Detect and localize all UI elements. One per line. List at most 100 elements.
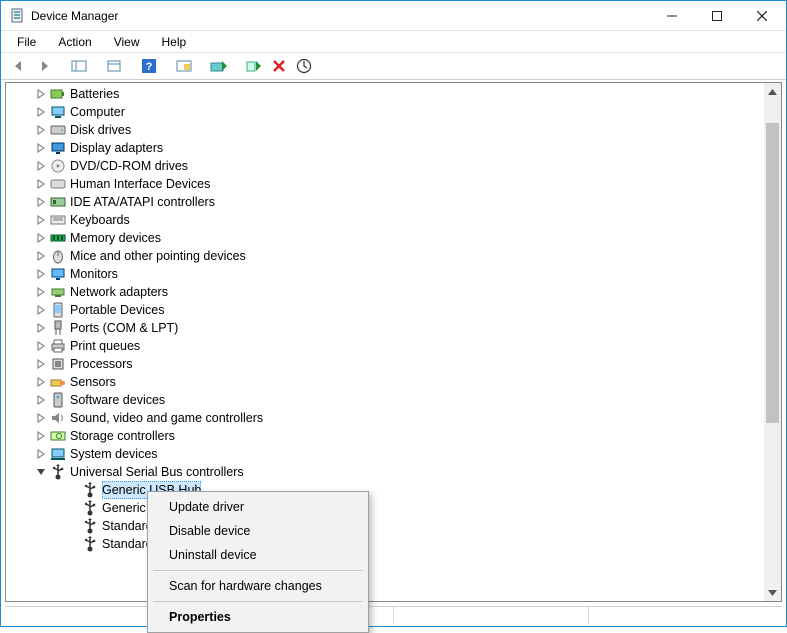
- battery-icon: [50, 86, 66, 102]
- tree-item-child[interactable]: Generic USB Hub: [6, 499, 781, 517]
- statusbar: [5, 606, 782, 624]
- tree-item-category[interactable]: Ports (COM & LPT): [6, 319, 781, 337]
- expand-collapse-icon[interactable]: [34, 231, 48, 245]
- tree-item-category[interactable]: Disk drives: [6, 121, 781, 139]
- usb-device-icon: [82, 482, 98, 498]
- update-driver-button[interactable]: [207, 55, 230, 77]
- forward-button[interactable]: [32, 55, 55, 77]
- menu-view[interactable]: View: [104, 33, 150, 51]
- expand-collapse-icon[interactable]: [34, 393, 48, 407]
- minimize-button[interactable]: [649, 1, 694, 30]
- expand-collapse-icon[interactable]: [34, 159, 48, 173]
- expand-collapse-icon[interactable]: [34, 465, 48, 479]
- expand-collapse-icon[interactable]: [34, 339, 48, 353]
- tree-item-label: Storage controllers: [70, 427, 175, 445]
- expand-collapse-icon: [66, 519, 80, 533]
- context-menu: Update driver Disable device Uninstall d…: [147, 491, 369, 633]
- scrollbar-thumb[interactable]: [766, 123, 779, 423]
- tree-item-label: Print queues: [70, 337, 140, 355]
- expand-collapse-icon[interactable]: [34, 195, 48, 209]
- printer-icon: [50, 338, 66, 354]
- tree-item-category[interactable]: Universal Serial Bus controllers: [6, 463, 781, 481]
- action-sheet-button[interactable]: [172, 55, 195, 77]
- tree-item-category[interactable]: Computer: [6, 103, 781, 121]
- back-button[interactable]: [7, 55, 30, 77]
- tree-item-category[interactable]: Network adapters: [6, 283, 781, 301]
- tree-item-category[interactable]: Print queues: [6, 337, 781, 355]
- expand-collapse-icon[interactable]: [34, 141, 48, 155]
- monitor-icon: [50, 266, 66, 282]
- tree-item-label: Mice and other pointing devices: [70, 247, 246, 265]
- tree-item-category[interactable]: Monitors: [6, 265, 781, 283]
- help-button[interactable]: ?: [137, 55, 160, 77]
- expand-collapse-icon[interactable]: [34, 411, 48, 425]
- expand-collapse-icon[interactable]: [34, 285, 48, 299]
- tree-item-category[interactable]: Batteries: [6, 85, 781, 103]
- uninstall-device-button[interactable]: [267, 55, 290, 77]
- tree-item-label: IDE ATA/ATAPI controllers: [70, 193, 215, 211]
- ctx-separator: [153, 570, 363, 571]
- tree-item-category[interactable]: Sensors: [6, 373, 781, 391]
- show-hide-tree-button[interactable]: [67, 55, 90, 77]
- close-button[interactable]: [739, 1, 784, 30]
- usb-device-icon: [82, 536, 98, 552]
- expand-collapse-icon[interactable]: [34, 447, 48, 461]
- tree-item-category[interactable]: Processors: [6, 355, 781, 373]
- tree-item-category[interactable]: Display adapters: [6, 139, 781, 157]
- tree-item-label: DVD/CD-ROM drives: [70, 157, 188, 175]
- tree-item-category[interactable]: Software devices: [6, 391, 781, 409]
- scan-hardware-button[interactable]: [292, 55, 315, 77]
- ctx-properties[interactable]: Properties: [151, 605, 365, 629]
- display-icon: [50, 140, 66, 156]
- tree-item-child[interactable]: Generic USB Hub: [6, 481, 781, 499]
- ctx-disable-device[interactable]: Disable device: [151, 519, 365, 543]
- ctx-scan-hardware[interactable]: Scan for hardware changes: [151, 574, 365, 598]
- ctx-uninstall-device[interactable]: Uninstall device: [151, 543, 365, 567]
- expand-collapse-icon[interactable]: [34, 357, 48, 371]
- expand-collapse-icon[interactable]: [34, 177, 48, 191]
- tree-item-category[interactable]: DVD/CD-ROM drives: [6, 157, 781, 175]
- tree-item-child[interactable]: Standard Enhanced PCI to USB Host Contro…: [6, 517, 781, 535]
- tree-item-category[interactable]: Keyboards: [6, 211, 781, 229]
- tree-item-category[interactable]: Portable Devices: [6, 301, 781, 319]
- expand-collapse-icon[interactable]: [34, 213, 48, 227]
- tree-item-category[interactable]: Mice and other pointing devices: [6, 247, 781, 265]
- properties-button[interactable]: [102, 55, 125, 77]
- expand-collapse-icon[interactable]: [34, 249, 48, 263]
- tree-item-category[interactable]: Sound, video and game controllers: [6, 409, 781, 427]
- enable-device-button[interactable]: [242, 55, 265, 77]
- expand-collapse-icon[interactable]: [34, 87, 48, 101]
- expand-collapse-icon[interactable]: [34, 375, 48, 389]
- mouse-icon: [50, 248, 66, 264]
- tree-item-category[interactable]: IDE ATA/ATAPI controllers: [6, 193, 781, 211]
- tree-item-label: Portable Devices: [70, 301, 165, 319]
- maximize-button[interactable]: [694, 1, 739, 30]
- expand-collapse-icon[interactable]: [34, 429, 48, 443]
- software-icon: [50, 392, 66, 408]
- titlebar: Device Manager: [1, 1, 786, 31]
- expand-collapse-icon[interactable]: [34, 123, 48, 137]
- tree-item-category[interactable]: Memory devices: [6, 229, 781, 247]
- tree-item-category[interactable]: Human Interface Devices: [6, 175, 781, 193]
- tree-item-category[interactable]: Storage controllers: [6, 427, 781, 445]
- sound-icon: [50, 410, 66, 426]
- tree-item-label: Processors: [70, 355, 133, 373]
- tree-item-category[interactable]: System devices: [6, 445, 781, 463]
- vertical-scrollbar[interactable]: [764, 83, 781, 601]
- expand-collapse-icon[interactable]: [34, 267, 48, 281]
- device-tree[interactable]: BatteriesComputerDisk drivesDisplay adap…: [6, 83, 781, 601]
- tree-item-label: Batteries: [70, 85, 119, 103]
- computer-icon: [50, 104, 66, 120]
- menu-help[interactable]: Help: [152, 33, 197, 51]
- network-icon: [50, 284, 66, 300]
- tree-item-child[interactable]: Standard Enhanced PCI to USB Host Contro…: [6, 535, 781, 553]
- menu-file[interactable]: File: [7, 33, 46, 51]
- menu-action[interactable]: Action: [48, 33, 101, 51]
- scroll-down-arrow[interactable]: [764, 584, 781, 601]
- scroll-up-arrow[interactable]: [764, 83, 781, 100]
- expand-collapse-icon[interactable]: [34, 321, 48, 335]
- expand-collapse-icon[interactable]: [34, 303, 48, 317]
- expand-collapse-icon[interactable]: [34, 105, 48, 119]
- ctx-update-driver[interactable]: Update driver: [151, 495, 365, 519]
- hid-icon: [50, 176, 66, 192]
